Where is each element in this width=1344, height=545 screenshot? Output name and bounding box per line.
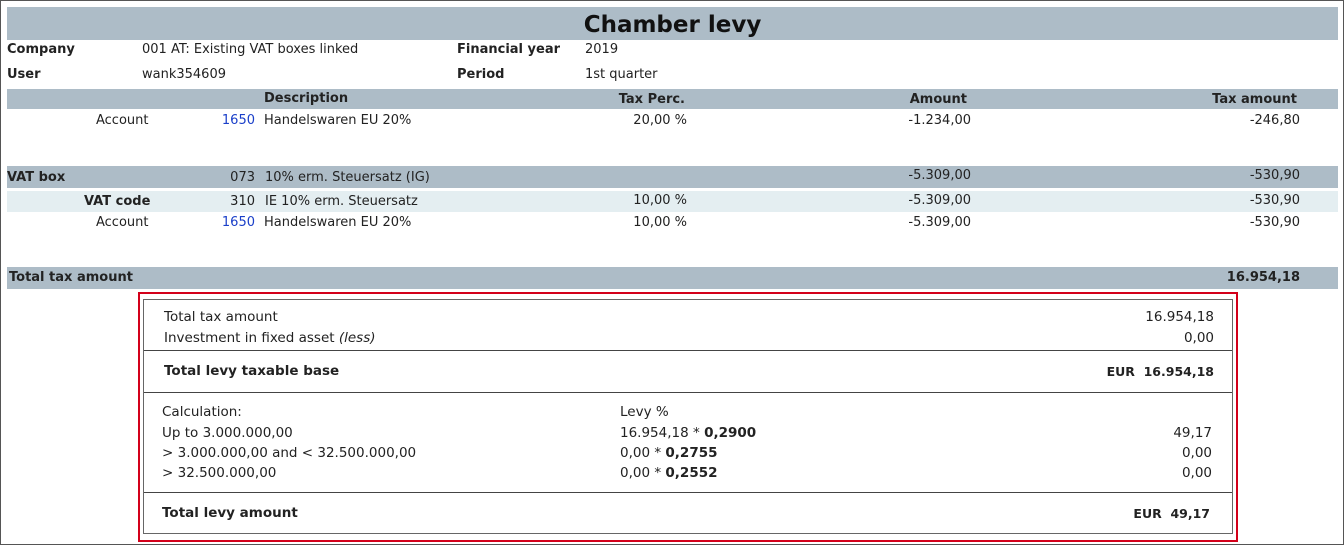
row-tax-perc: 10,00 % — [633, 193, 687, 208]
levy-calculation-box: Total tax amount 16.954,18 Investment in… — [138, 292, 1238, 542]
col-description: Description — [264, 91, 349, 106]
report-title: Chamber levy — [7, 7, 1338, 40]
row-tax-amount: -246,80 — [1249, 113, 1300, 128]
bracket-result: 49,17 — [1173, 425, 1212, 441]
col-amount: Amount — [909, 92, 967, 107]
col-tax-amount: Tax amount — [1212, 92, 1297, 107]
row-description: Handelswaren EU 20% — [264, 113, 412, 128]
row-tax-amount: -530,90 — [1249, 215, 1300, 230]
investment-value: 0,00 — [1183, 330, 1214, 346]
user-value: wank354609 — [142, 67, 226, 82]
taxable-base-label: Total levy taxable base — [164, 363, 340, 379]
account-link[interactable]: 1650 — [201, 215, 255, 230]
company-label: Company — [7, 42, 75, 57]
bracket-formula: 0,00 * 0,2552 — [620, 465, 718, 481]
levy-percent-label: Levy % — [620, 404, 669, 420]
divider — [144, 350, 1232, 351]
bracket-range: Up to 3.000.000,00 — [162, 425, 293, 441]
row-tax-perc: 10,00 % — [633, 215, 687, 230]
total-levy-label: Total levy amount — [162, 505, 298, 521]
divider — [144, 392, 1232, 393]
bracket-formula: 16.954,18 * 0,2900 — [620, 425, 757, 441]
column-header-bar: Description Tax Perc. Amount Tax amount — [7, 89, 1338, 109]
account-link[interactable]: 1650 — [201, 113, 255, 128]
user-label: User — [7, 67, 41, 82]
total-tax-bar: Total tax amount 16.954,18 — [7, 267, 1338, 289]
investment-label: Investment in fixed asset (less) — [164, 330, 376, 346]
row-amount: -5.309,00 — [908, 168, 971, 183]
vat-box-row: VAT box 073 10% erm. Steuersatz (IG) -5.… — [7, 166, 1338, 188]
levy-total-tax-label: Total tax amount — [164, 309, 278, 325]
bracket-range: > 32.500.000,00 — [162, 465, 277, 481]
financial-year-value: 2019 — [585, 42, 619, 57]
bracket-result: 0,00 — [1181, 465, 1212, 481]
report-frame: Chamber levy Company 001 AT: Existing VA… — [0, 0, 1344, 545]
bracket-result: 0,00 — [1181, 445, 1212, 461]
row-label: Account — [96, 113, 149, 128]
row-description: Handelswaren EU 20% — [264, 215, 412, 230]
row-code: 073 — [230, 170, 255, 185]
row-label: Account — [96, 215, 149, 230]
row-amount: -5.309,00 — [908, 215, 971, 230]
row-label: VAT box — [7, 170, 66, 185]
bracket-range: > 3.000.000,00 and < 32.500.000,00 — [162, 445, 417, 461]
row-code: 310 — [230, 194, 255, 209]
period-value: 1st quarter — [585, 67, 658, 82]
taxable-base-value: EUR 16.954,18 — [1106, 364, 1214, 379]
levy-total-tax-value: 16.954,18 — [1145, 309, 1214, 325]
divider — [144, 492, 1232, 493]
row-tax-amount: -530,90 — [1249, 168, 1300, 183]
col-tax-perc: Tax Perc. — [618, 92, 685, 107]
period-label: Period — [457, 67, 505, 82]
row-amount: -1.234,00 — [908, 113, 971, 128]
row-description: 10% erm. Steuersatz (IG) — [265, 170, 430, 185]
company-value: 001 AT: Existing VAT boxes linked — [142, 42, 359, 57]
vat-code-row: VAT code 310 IE 10% erm. Steuersatz 10,0… — [7, 191, 1338, 212]
row-tax-perc: 20,00 % — [633, 113, 687, 128]
row-amount: -5.309,00 — [908, 193, 971, 208]
levy-calculation-panel: Total tax amount 16.954,18 Investment in… — [143, 299, 1233, 534]
total-levy-value: EUR 49,17 — [1133, 506, 1210, 521]
row-tax-amount: -530,90 — [1249, 193, 1300, 208]
bracket-formula: 0,00 * 0,2755 — [620, 445, 718, 461]
total-tax-value: 16.954,18 — [1226, 270, 1300, 285]
financial-year-label: Financial year — [457, 42, 561, 57]
row-label: VAT code — [84, 194, 151, 209]
row-description: IE 10% erm. Steuersatz — [265, 194, 418, 209]
calculation-label: Calculation: — [162, 404, 242, 420]
total-tax-label: Total tax amount — [9, 270, 133, 285]
